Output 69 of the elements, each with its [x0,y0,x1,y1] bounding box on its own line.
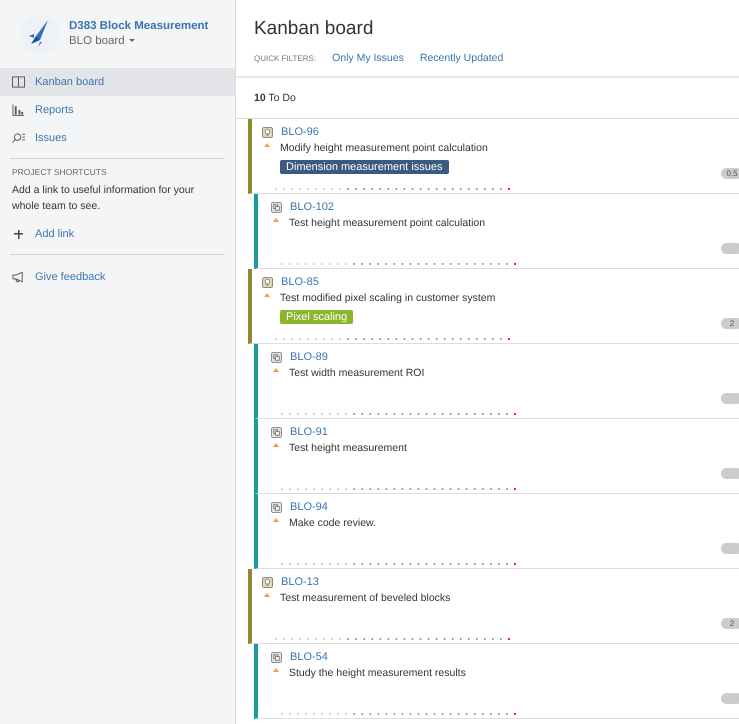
issue-key[interactable]: BLO-89 [290,351,328,363]
estimate-badge: 0.5 [721,168,739,179]
issue-key[interactable]: BLO-13 [281,576,319,588]
issue-summary: Modify height measurement point calculation [280,142,488,154]
rocket-icon [20,14,60,54]
issue-card[interactable]: BLO-13 Test measurement of beveled blocks 2 [248,569,739,644]
board-selector[interactable]: BLO board [69,35,208,47]
estimate-badge [721,393,739,404]
issue-key[interactable]: BLO-85 [281,276,319,288]
priority-icon [273,218,279,222]
quick-filter[interactable]: Recently Updated [420,52,504,64]
issue-key[interactable]: BLO-94 [290,501,328,513]
issue-key[interactable]: BLO-96 [281,126,319,138]
priority-icon [273,368,279,372]
priority-icon [264,293,270,297]
issue-card[interactable]: BLO-94 Make code review. [254,494,739,569]
subtask-icon [271,202,282,212]
epic-label: Dimension measurement issues [280,160,449,174]
sidebar-item[interactable]: Issues [0,124,235,152]
bar-chart-icon [12,104,25,116]
issue-key[interactable]: BLO-54 [290,651,328,663]
issue-card[interactable]: BLO-89 Test width measurement ROI [254,344,739,419]
estimate-badge [721,243,739,254]
subtask-icon [271,652,282,662]
issue-card[interactable]: BLO-91 Test height measurement [254,419,739,494]
issue-card[interactable]: BLO-96 Modify height measurement point calculation Dimension measurement issues 0.5 [248,119,739,194]
columns-icon [12,76,25,88]
issue-summary: Study the height measurement results [289,667,466,679]
project-name[interactable]: D383 Block Measurement [69,20,208,32]
add-link[interactable]: Add link [0,220,235,248]
estimate-badge: 2 [721,318,739,329]
sidebar-item[interactable]: Reports [0,96,235,124]
sidebar-item[interactable]: Kanban board [0,68,235,96]
issue-key[interactable]: BLO-91 [290,426,328,438]
estimate-badge [721,693,739,704]
bulb-icon [262,576,273,588]
subtask-icon [271,426,282,438]
bulb-icon [262,126,273,138]
feedback-link[interactable]: Give feedback [0,263,235,291]
estimate-badge: 2 [721,618,739,629]
page-title: Kanban board [254,18,374,40]
issue-summary: Test width measurement ROI [289,367,424,379]
section-heading: PROJECT SHORTCUTS [12,167,108,177]
subtask-icon [271,352,282,362]
caret-icon [128,39,135,42]
bulb-icon [262,276,273,288]
priority-icon [273,518,279,522]
issue-summary: Test measurement of beveled blocks [280,592,450,604]
search-list-icon [12,132,25,144]
priority-icon [273,668,279,672]
shortcuts-description: Add a link to useful information for your whole team to see. [12,183,196,214]
priority-icon [273,443,279,447]
issue-card[interactable]: BLO-102 Test height measurement point calculation [254,194,739,269]
issue-summary: Test modified pixel scaling in customer system [280,292,496,304]
quick-filters-label: QUICK FILTERS: [254,54,316,62]
issue-summary: Test height measurement [289,442,407,454]
epic-label: Pixel scaling [280,310,354,324]
megaphone-icon [12,271,25,283]
subtask-icon [271,502,282,512]
priority-icon [264,143,270,147]
issue-card[interactable]: BLO-54 Study the height measurement results [254,644,739,719]
quick-filter[interactable]: Only My Issues [332,52,404,64]
issue-card[interactable]: BLO-85 Test modified pixel scaling in customer system Pixel scaling 2 [248,269,739,344]
issue-summary: Test height measurement point calculation [289,217,486,229]
issue-key[interactable]: BLO-102 [290,201,334,213]
priority-icon [264,593,270,597]
issue-summary: Make code review. [289,517,376,529]
estimate-badge [721,543,739,554]
estimate-badge [721,468,739,479]
